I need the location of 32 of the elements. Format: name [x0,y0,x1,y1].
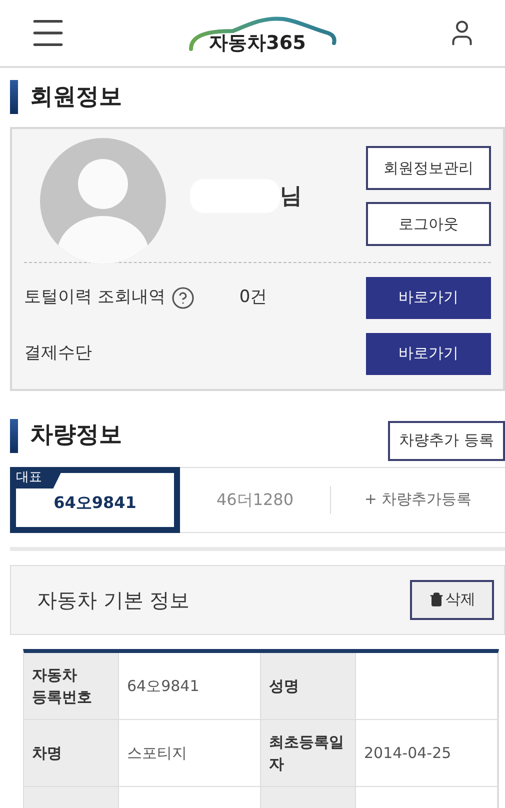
section-marker [10,418,18,452]
add-vehicle-link[interactable]: + 차량추가등록 [331,488,505,511]
help-icon[interactable] [171,286,196,310]
header-cell: 차명 [24,720,119,786]
header-cell: 자동차 등록번호 [24,652,119,720]
plate-text: 46더1280 [216,488,294,510]
vehicle-tab[interactable]: 46더1280 [180,466,330,532]
outline-button[interactable]: 회원정보관리 [366,146,491,190]
logo[interactable]: 자동차365 [168,7,348,59]
logo-text: 자동차365 [209,30,306,56]
go-button[interactable]: 바로가기 [366,276,491,318]
plate-text: 64오9841 [54,492,136,514]
name-suffix: 님 [280,182,302,210]
vehicle-tab[interactable]: 대표 64오9841 [10,466,180,532]
outline-button[interactable]: 로그아웃 [366,202,491,246]
section-marker [10,80,18,114]
row-label: 결제수단 [24,342,92,365]
count-text: 0건 [239,286,268,309]
add-vehicle-button[interactable]: 차량추가 등록 [388,420,505,460]
delete-button[interactable]: 삭제 [410,580,494,620]
table-cell: 2014-04-25 [356,720,498,786]
section-title: 차량정보 [30,421,122,450]
car-outline-icon [188,15,338,51]
trash-icon [428,592,444,607]
header-cell: 최초등록일자 [261,720,356,786]
section-title: 회원정보 [30,83,122,112]
table-cell: 64오9841 [119,652,261,720]
info-title: 자동차 기본 정보 [37,586,190,614]
go-button[interactable]: 바로가기 [366,332,491,374]
header-cell: 성명 [261,652,356,720]
row-label: 토털이력 조회내역 [24,286,166,309]
table-cell: 스포티지 [119,720,261,786]
